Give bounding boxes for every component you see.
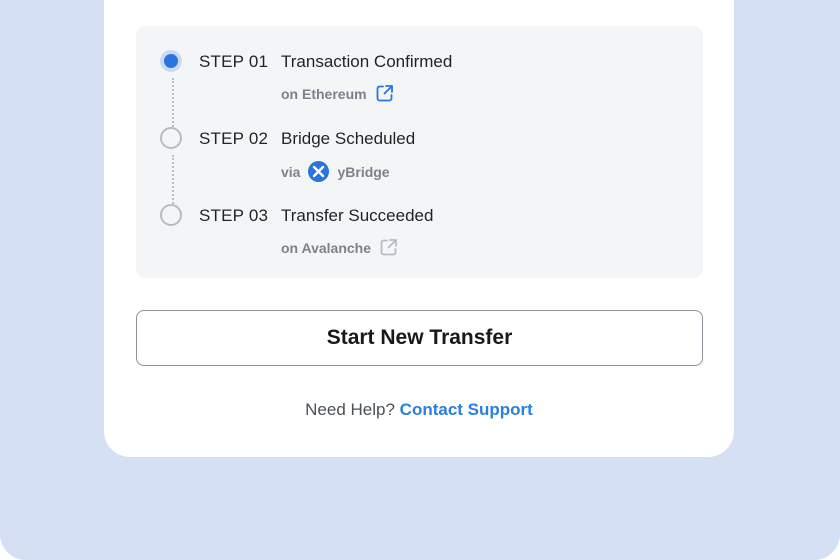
step-network-label: on Ethereum bbox=[281, 85, 367, 102]
step-item-3: STEP 03 Transfer Succeeded on Avalanche bbox=[136, 204, 703, 264]
external-link-icon[interactable] bbox=[379, 238, 398, 257]
step-subtitle-row: via yBridge bbox=[281, 161, 390, 182]
step-status-indicator-pending bbox=[160, 204, 182, 226]
contact-support-link[interactable]: Contact Support bbox=[400, 400, 533, 419]
external-link-icon[interactable] bbox=[375, 84, 394, 103]
help-prompt: Need Help? bbox=[305, 400, 395, 419]
step-number: STEP 03 bbox=[199, 206, 269, 225]
step-via-label: via bbox=[281, 163, 301, 180]
ybridge-logo-icon bbox=[308, 161, 330, 182]
step-item-1: STEP 01 Transaction Confirmed on Ethereu… bbox=[136, 50, 703, 110]
start-new-transfer-button[interactable]: Start New Transfer bbox=[136, 310, 703, 366]
steps-panel: STEP 01 Transaction Confirmed on Ethereu… bbox=[136, 26, 703, 278]
help-row: Need Help? Contact Support bbox=[104, 400, 734, 420]
step-subtitle-row: on Avalanche bbox=[281, 238, 398, 257]
step-network-label: on Avalanche bbox=[281, 239, 371, 256]
step-title: Transfer Succeeded bbox=[281, 206, 434, 225]
page-background: STEP 01 Transaction Confirmed on Ethereu… bbox=[0, 0, 840, 560]
step-number: STEP 01 bbox=[199, 52, 269, 71]
step-item-2: STEP 02 Bridge Scheduled via yBridge bbox=[136, 127, 703, 187]
step-status-indicator-pending bbox=[160, 127, 182, 149]
step-status-indicator-active bbox=[160, 50, 182, 72]
step-title: Transaction Confirmed bbox=[281, 52, 453, 71]
step-title: Bridge Scheduled bbox=[281, 129, 416, 148]
step-bridge-name: yBridge bbox=[337, 163, 390, 180]
transfer-status-card: STEP 01 Transaction Confirmed on Ethereu… bbox=[104, 0, 734, 457]
step-subtitle-row: on Ethereum bbox=[281, 84, 394, 103]
step-number: STEP 02 bbox=[199, 129, 269, 148]
